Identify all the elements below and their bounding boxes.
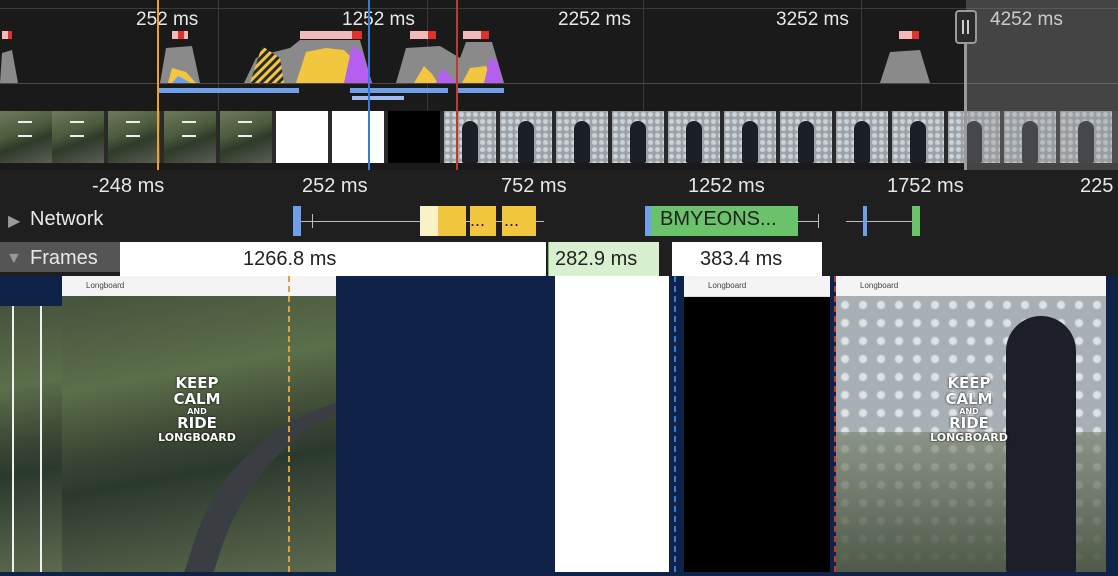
filmstrip-thumbnail	[388, 111, 440, 163]
ruler-tick: 252 ms	[302, 175, 368, 197]
network-request-text: ...	[504, 210, 520, 230]
frame-screenshot[interactable]: Longboard KEEP CALM AND RIDE LONGBOARD	[62, 276, 336, 572]
marker-line	[288, 276, 290, 572]
poster-text: KEEP CALM AND RIDE LONGBOARD	[930, 374, 1008, 444]
poster-text: KEEP CALM AND RIDE LONGBOARD	[158, 374, 236, 444]
filmstrip-thumbnail	[332, 111, 384, 163]
filmstrip-thumbnail	[52, 111, 104, 163]
filmstrip-thumbnail	[500, 111, 552, 163]
frames-track-label: Frames	[30, 247, 98, 269]
marker-line	[674, 276, 676, 572]
network-request-wire	[846, 221, 918, 222]
ruler-tick: 225	[1080, 175, 1114, 197]
filmstrip-thumbnail	[780, 111, 832, 163]
load-event-marker	[456, 0, 458, 170]
filmstrip-thumbnail	[836, 111, 888, 163]
network-track[interactable]	[0, 204, 1118, 242]
network-track-label: Network	[30, 208, 104, 230]
frame-duration: 383.4 ms	[700, 248, 783, 270]
filmstrip-thumbnail	[444, 111, 496, 163]
filmstrip-thumbnail	[0, 111, 52, 163]
selection-shade	[966, 0, 1118, 170]
browser-tab-title: Longboard	[684, 276, 830, 297]
marker-line	[834, 276, 836, 572]
network-whisker	[818, 214, 819, 228]
filmstrip-thumbnail	[612, 111, 664, 163]
network-request-label: BMYEONS...	[660, 208, 777, 230]
selection-edge	[964, 30, 967, 170]
ruler-tick: 1252 ms	[688, 175, 765, 197]
filmstrip-thumbnail	[164, 111, 216, 163]
browser-tab-title: Longboard	[62, 276, 336, 297]
collapse-frames-icon[interactable]: ▼	[6, 250, 22, 268]
network-whisker	[312, 214, 313, 228]
network-request-bar[interactable]	[863, 206, 867, 236]
filmstrip-thumbnail	[220, 111, 272, 163]
filmstrip-thumbnail	[892, 111, 944, 163]
frame-screenshots-area: Longboard KEEP CALM AND RIDE LONGBOARD L…	[0, 276, 1118, 576]
filmstrip	[0, 111, 1118, 163]
frame-screenshot-black[interactable]: Longboard	[684, 276, 830, 572]
network-request-bar[interactable]	[912, 206, 920, 236]
frame-screenshot-blank[interactable]	[555, 276, 669, 572]
filmstrip-thumbnail	[108, 111, 160, 163]
browser-tab-title: Longboard	[836, 276, 1106, 297]
network-request-start	[645, 206, 651, 236]
frame-screenshot[interactable]: Longboard KEEP CALM AND RIDE LONGBOARD	[836, 276, 1106, 572]
ruler-tick: 752 ms	[501, 175, 567, 197]
filmstrip-thumbnail	[276, 111, 328, 163]
filmstrip-thumbnail	[724, 111, 776, 163]
network-request-wait	[420, 206, 438, 236]
frame-duration: 1266.8 ms	[243, 248, 337, 270]
timeline-overview[interactable]: 252 ms 1252 ms 2252 ms 3252 ms 4252 ms	[0, 0, 1118, 170]
dom-content-loaded-marker	[157, 0, 159, 170]
filmstrip-thumbnail	[668, 111, 720, 163]
grip-handle-icon[interactable]	[955, 10, 977, 44]
filmstrip-thumbnail	[556, 111, 608, 163]
ruler-tick: 1752 ms	[887, 175, 964, 197]
frame-screenshot	[0, 276, 62, 572]
cpu-activity-graph	[0, 31, 1118, 100]
network-request-text: ...	[470, 210, 486, 230]
network-request-bar[interactable]	[293, 206, 301, 236]
ruler-tick: -248 ms	[92, 175, 165, 197]
frame-duration: 282.9 ms	[555, 248, 638, 270]
first-paint-marker	[368, 0, 370, 170]
expand-network-icon[interactable]: ▶	[8, 211, 20, 231]
